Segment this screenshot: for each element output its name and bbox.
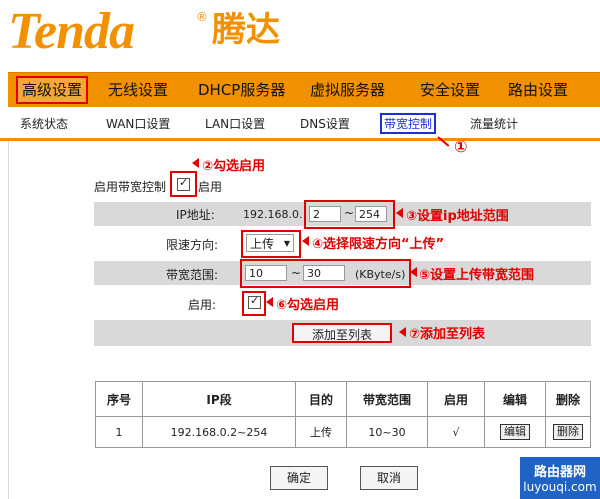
highlight-direction [241, 230, 301, 258]
watermark-line2: luyouqi.com [523, 480, 597, 494]
edit-button[interactable]: 编辑 [500, 424, 530, 440]
col-header-range: 带宽范围 [346, 381, 428, 417]
cell-no: 1 [95, 416, 143, 448]
arrow-icon [396, 208, 403, 218]
annotation-4: ④选择限速方向“上传” [312, 237, 445, 252]
nav-wireless-settings[interactable]: 无线设置 [104, 78, 172, 102]
col-header-dest: 目的 [295, 381, 347, 417]
cell-range: 10~30 [346, 416, 428, 448]
cancel-button[interactable]: 取消 [360, 466, 418, 490]
enable-bw-label: 启用带宽控制 [94, 180, 167, 194]
annotation-5: ⑤设置上传带宽范围 [419, 268, 535, 283]
tenda-logo: Tenda [8, 3, 135, 60]
subnav-system-status[interactable]: 系统状态 [20, 115, 68, 132]
col-header-no: 序号 [95, 381, 143, 417]
table-row: 1 192.168.0.2~254 上传 10~30 √ 编辑 删除 [95, 416, 591, 448]
header: Tenda ® 腾达 [0, 0, 600, 72]
table-header-row: 序号 IP段 目的 带宽范围 启用 编辑 删除 [95, 381, 591, 417]
ip-prefix: 192.168.0. [243, 208, 303, 221]
arrow-icon [302, 236, 309, 246]
ip-label: IP地址: [176, 208, 215, 222]
cell-delete: 删除 [545, 416, 591, 448]
col-header-edit: 编辑 [484, 381, 546, 417]
registered-mark: ® [196, 10, 208, 24]
cell-edit: 编辑 [484, 416, 546, 448]
annotation-2: ②勾选启用 [202, 159, 266, 174]
arrow-icon [410, 267, 417, 277]
subnav-bandwidth-control[interactable]: 带宽控制 [380, 113, 437, 134]
enable-bw-text: 启用 [198, 180, 223, 194]
enable-label: 启用: [188, 298, 217, 312]
ok-button[interactable]: 确定 [270, 466, 328, 490]
cell-dest: 上传 [295, 416, 347, 448]
highlight-enable-bw [170, 171, 197, 197]
annotation-7: ⑦添加至列表 [409, 327, 486, 342]
nav-advanced-settings[interactable]: 高级设置 [16, 76, 89, 104]
tenda-logo-chinese: 腾达 [212, 10, 280, 50]
watermark-line1: 路由器网 [533, 465, 586, 480]
bw-label: 带宽范围: [166, 268, 219, 282]
arrow-icon [266, 297, 273, 307]
col-header-ip: IP段 [142, 381, 296, 417]
watermark: 路由器网 luyouqi.com [520, 457, 600, 499]
highlight-ip-range [304, 200, 395, 229]
direction-label: 限速方向: [166, 238, 219, 252]
nav-virtual-server[interactable]: 虚拟服务器 [306, 78, 389, 102]
nav-routing-settings[interactable]: 路由设置 [504, 78, 572, 102]
cell-ip: 192.168.0.2~254 [142, 416, 296, 448]
col-header-delete: 删除 [545, 381, 591, 417]
nav-dhcp-server[interactable]: DHCP服务器 [194, 78, 289, 102]
bandwidth-rules-table: 序号 IP段 目的 带宽范围 启用 编辑 删除 1 192.168.0.2~25… [95, 381, 591, 448]
subnav-traffic-stats[interactable]: 流量统计 [470, 115, 518, 132]
highlight-enable [242, 291, 266, 316]
subnav-dns-settings[interactable]: DNS设置 [300, 115, 350, 132]
delete-button[interactable]: 删除 [553, 424, 583, 440]
cell-enabled: √ [427, 416, 485, 448]
nav-security-settings[interactable]: 安全设置 [416, 78, 484, 102]
arrow-icon [399, 327, 406, 337]
subnav-wan-settings[interactable]: WAN口设置 [106, 115, 170, 132]
add-to-list-button[interactable]: 添加至列表 [292, 323, 392, 343]
col-header-enabled: 启用 [427, 381, 485, 417]
sub-nav: 系统状态 WAN口设置 LAN口设置 DNS设置 带宽控制 流量统计 [0, 108, 600, 141]
main-nav: 高级设置 无线设置 DHCP服务器 虚拟服务器 安全设置 路由设置 [8, 72, 600, 107]
subnav-lan-settings[interactable]: LAN口设置 [205, 115, 265, 132]
annotation-3: ③设置ip地址范围 [406, 209, 509, 224]
annotation-6: ⑥勾选启用 [276, 298, 340, 313]
highlight-bw-range [240, 259, 411, 288]
arrow-icon [192, 158, 199, 168]
